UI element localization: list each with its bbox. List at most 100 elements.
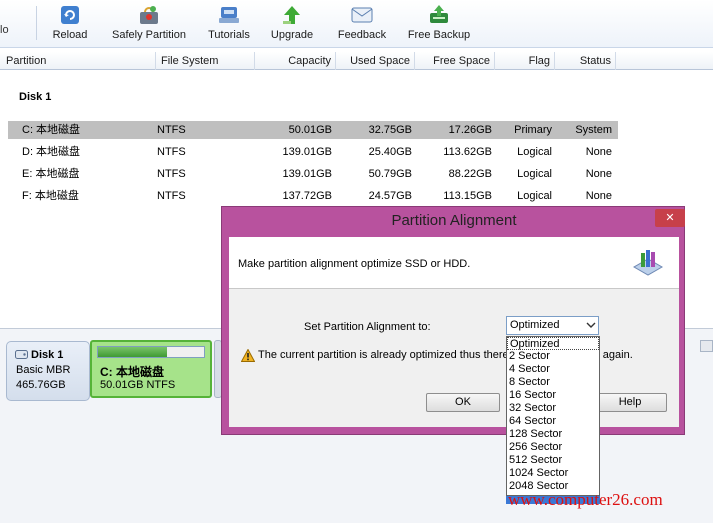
cell-file-system: NTFS bbox=[157, 124, 186, 136]
reload-icon bbox=[61, 6, 79, 24]
option-item[interactable]: Optimized bbox=[507, 337, 599, 350]
safely-partition-button[interactable]: Safely Partition bbox=[110, 2, 188, 44]
disk-icon bbox=[15, 350, 28, 359]
watermark: www.computer26.com bbox=[508, 490, 663, 509]
upgrade-icon bbox=[283, 6, 300, 24]
disk-card[interactable]: Disk 1 Basic MBR 465.76GB bbox=[6, 341, 90, 401]
feedback-icon bbox=[351, 7, 373, 23]
column-header-status[interactable]: Status bbox=[556, 52, 616, 70]
cell-status: System bbox=[575, 124, 612, 136]
dialog-title: Partition Alignment bbox=[391, 212, 517, 229]
column-header-capacity[interactable]: Capacity bbox=[256, 52, 336, 70]
chevron-down-icon bbox=[586, 322, 596, 328]
alignment-options-list: Optimized 2 Sector 4 Sector 8 Sector 16 … bbox=[506, 336, 600, 496]
upgrade-button[interactable]: Upgrade bbox=[268, 2, 316, 44]
warning-message-end: t again. bbox=[596, 349, 633, 361]
option-item[interactable]: 4 Sector bbox=[507, 363, 599, 376]
safe-partition-icon bbox=[140, 6, 158, 24]
table-row[interactable]: C: 本地磁盘 NTFS 50.01GB 32.75GB 17.26GB Pri… bbox=[8, 121, 618, 139]
alignment-label: Set Partition Alignment to: bbox=[304, 321, 431, 333]
disk-card-size: 465.76GB bbox=[16, 379, 66, 391]
column-header-free-space[interactable]: Free Space bbox=[416, 52, 495, 70]
warning-icon bbox=[241, 349, 255, 362]
warning-message-start: The current partition is already optimiz… bbox=[258, 349, 509, 361]
tutorials-label: Tutorials bbox=[208, 29, 250, 41]
cell-partition: D: 本地磁盘 bbox=[22, 146, 81, 158]
cell-used-space: 50.79GB bbox=[368, 168, 412, 180]
cell-free-space: 113.62GB bbox=[443, 146, 492, 158]
option-item[interactable]: 128 Sector bbox=[507, 428, 599, 441]
partition-block-name: C: 本地磁盘 bbox=[100, 365, 164, 379]
column-header-flag[interactable]: Flag bbox=[496, 52, 555, 70]
table-row[interactable]: D: 本地磁盘 NTFS 139.01GB 25.40GB 113.62GB L… bbox=[8, 143, 618, 161]
column-header-used-space[interactable]: Used Space bbox=[337, 52, 415, 70]
cell-flag: Logical bbox=[517, 190, 552, 202]
toolbar-separator bbox=[36, 6, 37, 40]
safely-partition-label: Safely Partition bbox=[112, 29, 186, 41]
cell-free-space: 113.15GB bbox=[443, 190, 492, 202]
partition-block-right[interactable] bbox=[700, 340, 713, 352]
feedback-label: Feedback bbox=[337, 29, 387, 41]
close-button[interactable]: ✕ bbox=[655, 209, 685, 227]
partition-block-c[interactable]: C: 本地磁盘 50.01GB NTFS bbox=[90, 340, 212, 398]
cell-status: None bbox=[585, 190, 612, 202]
ok-button[interactable]: OK bbox=[426, 393, 500, 412]
cell-used-space: 25.40GB bbox=[368, 146, 412, 158]
column-header-partition[interactable]: Partition bbox=[2, 52, 156, 70]
cell-flag: Primary bbox=[514, 124, 552, 136]
cell-partition: F: 本地磁盘 bbox=[22, 190, 79, 202]
column-header-file-system[interactable]: File System bbox=[157, 52, 255, 70]
toolbar-cut-label: lo bbox=[0, 24, 9, 36]
partition-table-header: Partition File System Capacity Used Spac… bbox=[0, 52, 713, 70]
cell-partition: E: 本地磁盘 bbox=[22, 168, 80, 180]
cell-status: None bbox=[585, 168, 612, 180]
free-backup-label: Free Backup bbox=[407, 29, 471, 41]
backup-icon bbox=[430, 5, 448, 23]
upgrade-label: Upgrade bbox=[270, 29, 314, 41]
cell-capacity: 137.72GB bbox=[282, 190, 332, 202]
cell-partition: C: 本地磁盘 bbox=[22, 124, 81, 136]
close-icon: ✕ bbox=[665, 212, 675, 224]
partition-usage-fill bbox=[98, 347, 167, 357]
cell-status: None bbox=[585, 146, 612, 158]
cell-capacity: 50.01GB bbox=[288, 124, 332, 136]
cell-free-space: 17.26GB bbox=[448, 124, 492, 136]
partition-alignment-dialog: Partition Alignment ✕ Make partition ali… bbox=[221, 206, 685, 435]
table-row[interactable]: E: 本地磁盘 NTFS 139.01GB 50.79GB 88.22GB Lo… bbox=[8, 165, 618, 183]
partition-block-info: 50.01GB NTFS bbox=[100, 379, 176, 391]
cell-file-system: NTFS bbox=[157, 168, 186, 180]
cell-free-space: 88.22GB bbox=[448, 168, 492, 180]
option-item[interactable]: 512 Sector bbox=[507, 454, 599, 467]
alignment-select[interactable]: Optimized bbox=[506, 316, 599, 335]
cell-used-space: 24.57GB bbox=[368, 190, 412, 202]
option-item[interactable]: 16 Sector bbox=[507, 389, 599, 402]
cell-file-system: NTFS bbox=[157, 146, 186, 158]
dialog-header-panel: Make partition alignment optimize SSD or… bbox=[229, 237, 679, 289]
cell-capacity: 139.01GB bbox=[282, 146, 332, 158]
option-item[interactable]: 32 Sector bbox=[507, 402, 599, 415]
partition-usage-bar bbox=[97, 346, 205, 358]
option-item[interactable]: 256 Sector bbox=[507, 441, 599, 454]
option-item[interactable]: 1024 Sector bbox=[507, 467, 599, 480]
option-item[interactable]: 2 Sector bbox=[507, 350, 599, 363]
tutorials-button[interactable]: Tutorials bbox=[205, 2, 253, 44]
tutorials-icon bbox=[219, 7, 239, 23]
option-item[interactable]: 64 Sector bbox=[507, 415, 599, 428]
cell-capacity: 139.01GB bbox=[282, 168, 332, 180]
table-row[interactable]: F: 本地磁盘 NTFS 137.72GB 24.57GB 113.15GB L… bbox=[8, 187, 618, 205]
cell-used-space: 32.75GB bbox=[368, 124, 412, 136]
cell-flag: Logical bbox=[517, 168, 552, 180]
reload-label: Reload bbox=[52, 29, 88, 41]
cell-file-system: NTFS bbox=[157, 190, 186, 202]
disk-card-name: Disk 1 bbox=[31, 349, 64, 361]
feedback-button[interactable]: Feedback bbox=[336, 2, 388, 44]
alignment-select-value: Optimized bbox=[510, 319, 560, 331]
dialog-description: Make partition alignment optimize SSD or… bbox=[238, 258, 471, 270]
free-backup-button[interactable]: Free Backup bbox=[406, 2, 472, 44]
dialog-body: Set Partition Alignment to: The current … bbox=[229, 289, 679, 427]
toolbar: lo Reload Safely Partition Tutorials Upg… bbox=[0, 0, 713, 48]
reload-button[interactable]: Reload bbox=[48, 2, 92, 44]
help-button[interactable]: Help bbox=[593, 393, 667, 412]
option-item[interactable]: 8 Sector bbox=[507, 376, 599, 389]
disk-title: Disk 1 bbox=[19, 91, 52, 103]
